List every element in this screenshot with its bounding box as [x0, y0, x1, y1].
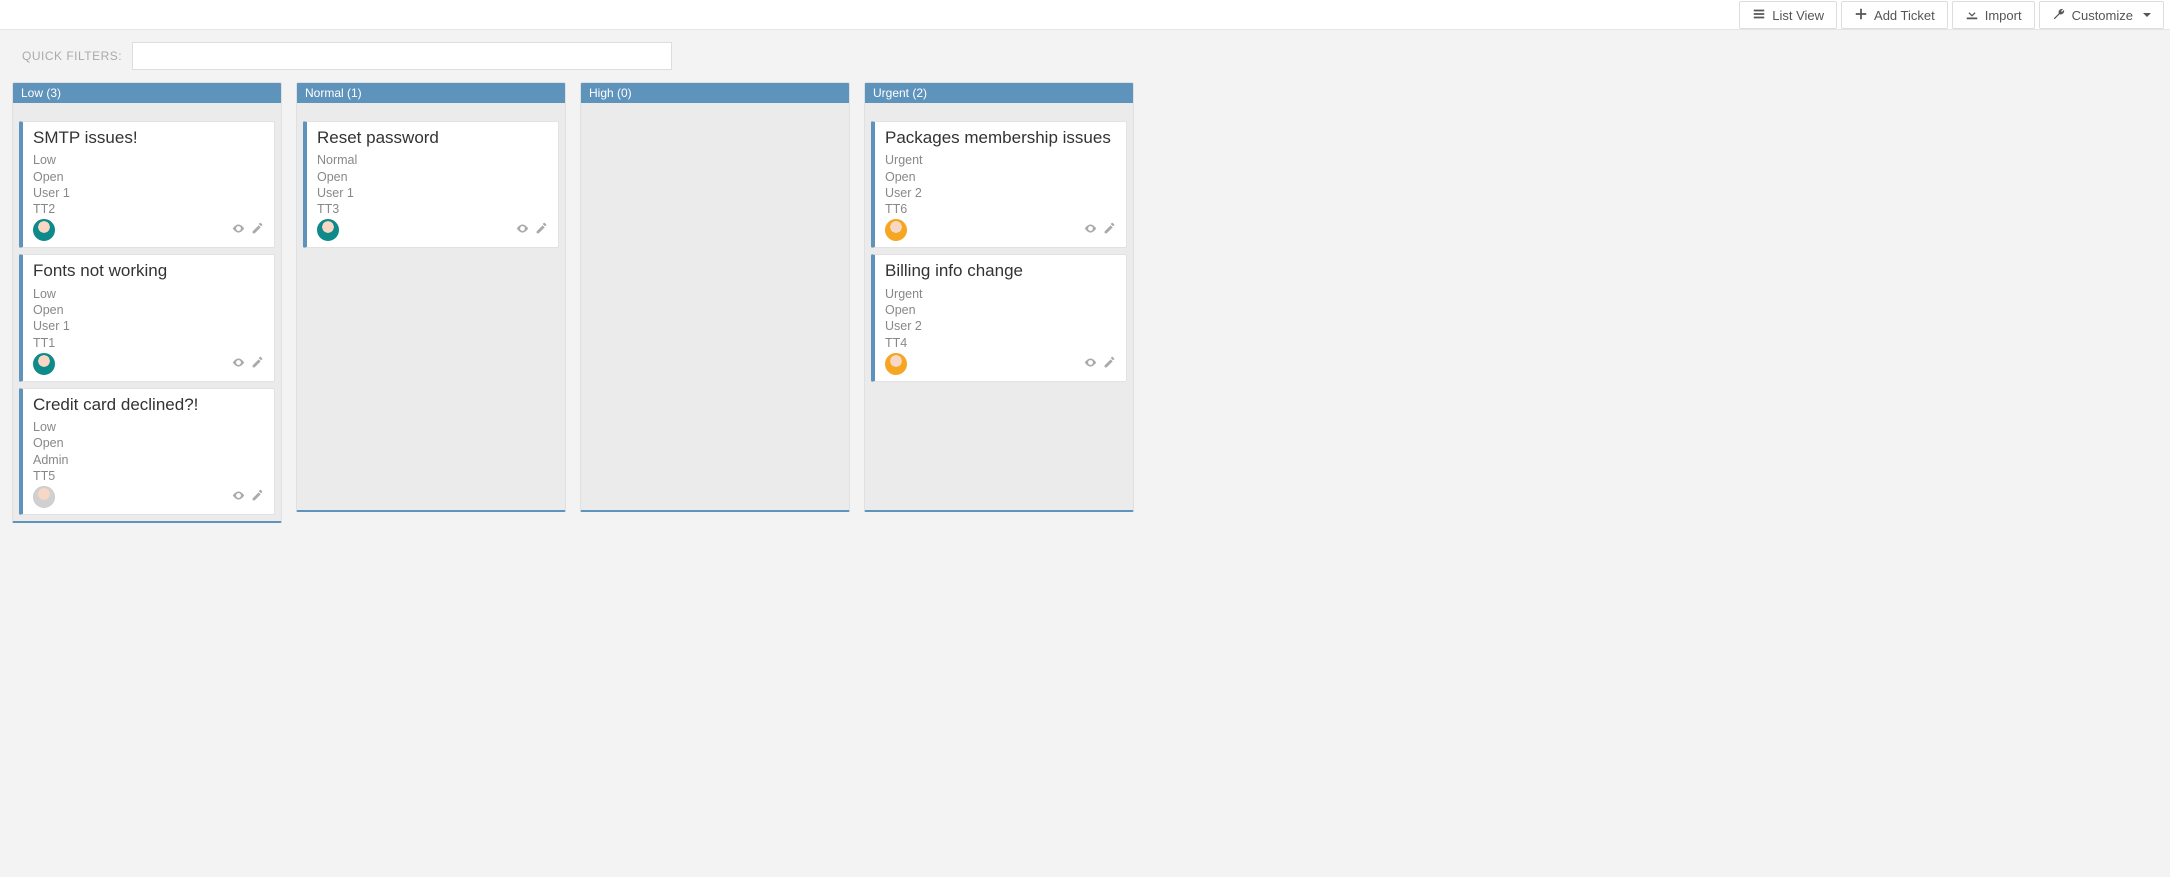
quick-filters-row: QUICK FILTERS:	[0, 30, 2170, 82]
ticket-title: Packages membership issues	[885, 128, 1116, 148]
ticket-actions	[232, 489, 264, 505]
ticket-footer	[33, 486, 264, 508]
view-icon[interactable]	[516, 222, 529, 238]
ticket-card[interactable]: Reset password NormalOpenUser 1TT3	[303, 121, 559, 248]
ticket-status: Open	[885, 302, 1116, 318]
add-ticket-button[interactable]: Add Ticket	[1841, 1, 1948, 29]
edit-icon[interactable]	[251, 356, 264, 372]
ticket-status: Open	[33, 169, 264, 185]
ticket-code: TT5	[33, 468, 264, 484]
view-icon[interactable]	[1084, 356, 1097, 372]
ticket-status: Open	[317, 169, 548, 185]
wrench-icon	[2052, 7, 2066, 24]
column-header: Normal (1)	[297, 83, 565, 103]
ticket-card[interactable]: Billing info change UrgentOpenUser 2TT4	[871, 254, 1127, 381]
avatar	[885, 219, 907, 241]
column-normal: Normal (1) Reset password NormalOpenUser 1…	[296, 82, 566, 512]
ticket-card[interactable]: Fonts not working LowOpenUser 1TT1	[19, 254, 275, 381]
view-icon[interactable]	[1084, 222, 1097, 238]
ticket-footer	[885, 353, 1116, 375]
column-body[interactable]	[581, 103, 849, 510]
ticket-code: TT3	[317, 201, 548, 217]
ticket-actions	[1084, 356, 1116, 372]
ticket-title: SMTP issues!	[33, 128, 264, 148]
ticket-priority: Low	[33, 286, 264, 302]
ticket-user: User 1	[317, 185, 548, 201]
ticket-priority: Urgent	[885, 286, 1116, 302]
ticket-user: User 1	[33, 185, 264, 201]
column-body[interactable]: SMTP issues!LowOpenUser 1TT2Fonts not wo…	[13, 103, 281, 521]
add-ticket-label: Add Ticket	[1874, 8, 1935, 23]
chevron-down-icon	[2143, 13, 2151, 17]
view-icon[interactable]	[232, 356, 245, 372]
column-high: High (0)	[580, 82, 850, 512]
ticket-user: User 1	[33, 318, 264, 334]
ticket-actions	[232, 356, 264, 372]
view-icon[interactable]	[232, 222, 245, 238]
ticket-status: Open	[33, 302, 264, 318]
ticket-priority: Normal	[317, 152, 548, 168]
column-header: Low (3)	[13, 83, 281, 103]
list-view-button[interactable]: List View	[1739, 1, 1837, 29]
ticket-actions	[232, 222, 264, 238]
toolbar: List View Add Ticket Import Customize	[0, 0, 2170, 30]
list-icon	[1752, 7, 1766, 24]
quick-filters-label: QUICK FILTERS:	[22, 49, 122, 63]
ticket-title: Reset password	[317, 128, 548, 148]
quick-filters-input[interactable]	[132, 42, 672, 70]
ticket-code: TT2	[33, 201, 264, 217]
ticket-code: TT6	[885, 201, 1116, 217]
column-urgent: Urgent (2) Packages membership issues Urge…	[864, 82, 1134, 512]
column-header: Urgent (2)	[865, 83, 1133, 103]
ticket-card[interactable]: SMTP issues! LowOpenUser 1TT2	[19, 121, 275, 248]
avatar	[33, 486, 55, 508]
import-button[interactable]: Import	[1952, 1, 2035, 29]
ticket-title: Billing info change	[885, 261, 1116, 281]
ticket-code: TT4	[885, 335, 1116, 351]
ticket-footer	[885, 219, 1116, 241]
download-icon	[1965, 7, 1979, 24]
avatar	[317, 219, 339, 241]
ticket-actions	[1084, 222, 1116, 238]
edit-icon[interactable]	[1103, 356, 1116, 372]
column-body[interactable]: Reset password NormalOpenUser 1TT3	[297, 103, 565, 510]
ticket-priority: Urgent	[885, 152, 1116, 168]
edit-icon[interactable]	[251, 222, 264, 238]
ticket-status: Open	[885, 169, 1116, 185]
plus-icon	[1854, 7, 1868, 24]
edit-icon[interactable]	[1103, 222, 1116, 238]
import-label: Import	[1985, 8, 2022, 23]
customize-button[interactable]: Customize	[2039, 1, 2164, 29]
ticket-user: User 2	[885, 318, 1116, 334]
avatar	[885, 353, 907, 375]
ticket-priority: Low	[33, 419, 264, 435]
ticket-footer	[317, 219, 548, 241]
kanban-board: Low (3)SMTP issues!LowOpenUser 1TT2Fonts…	[0, 82, 2170, 543]
column-low: Low (3)SMTP issues!LowOpenUser 1TT2Fonts…	[12, 82, 282, 523]
view-icon[interactable]	[232, 489, 245, 505]
avatar	[33, 219, 55, 241]
ticket-card[interactable]: Packages membership issues UrgentOpenUser…	[871, 121, 1127, 248]
ticket-user: Admin	[33, 452, 264, 468]
ticket-footer	[33, 353, 264, 375]
column-header: High (0)	[581, 83, 849, 103]
ticket-actions	[516, 222, 548, 238]
edit-icon[interactable]	[251, 489, 264, 505]
ticket-title: Fonts not working	[33, 261, 264, 281]
avatar	[33, 353, 55, 375]
ticket-footer	[33, 219, 264, 241]
customize-label: Customize	[2072, 8, 2133, 23]
edit-icon[interactable]	[535, 222, 548, 238]
ticket-card[interactable]: Credit card declined?! LowOpenAdminTT5	[19, 388, 275, 515]
list-view-label: List View	[1772, 8, 1824, 23]
ticket-status: Open	[33, 435, 264, 451]
column-body[interactable]: Packages membership issuesUrgentOpenUser…	[865, 103, 1133, 510]
ticket-code: TT1	[33, 335, 264, 351]
ticket-title: Credit card declined?!	[33, 395, 264, 415]
ticket-user: User 2	[885, 185, 1116, 201]
ticket-priority: Low	[33, 152, 264, 168]
